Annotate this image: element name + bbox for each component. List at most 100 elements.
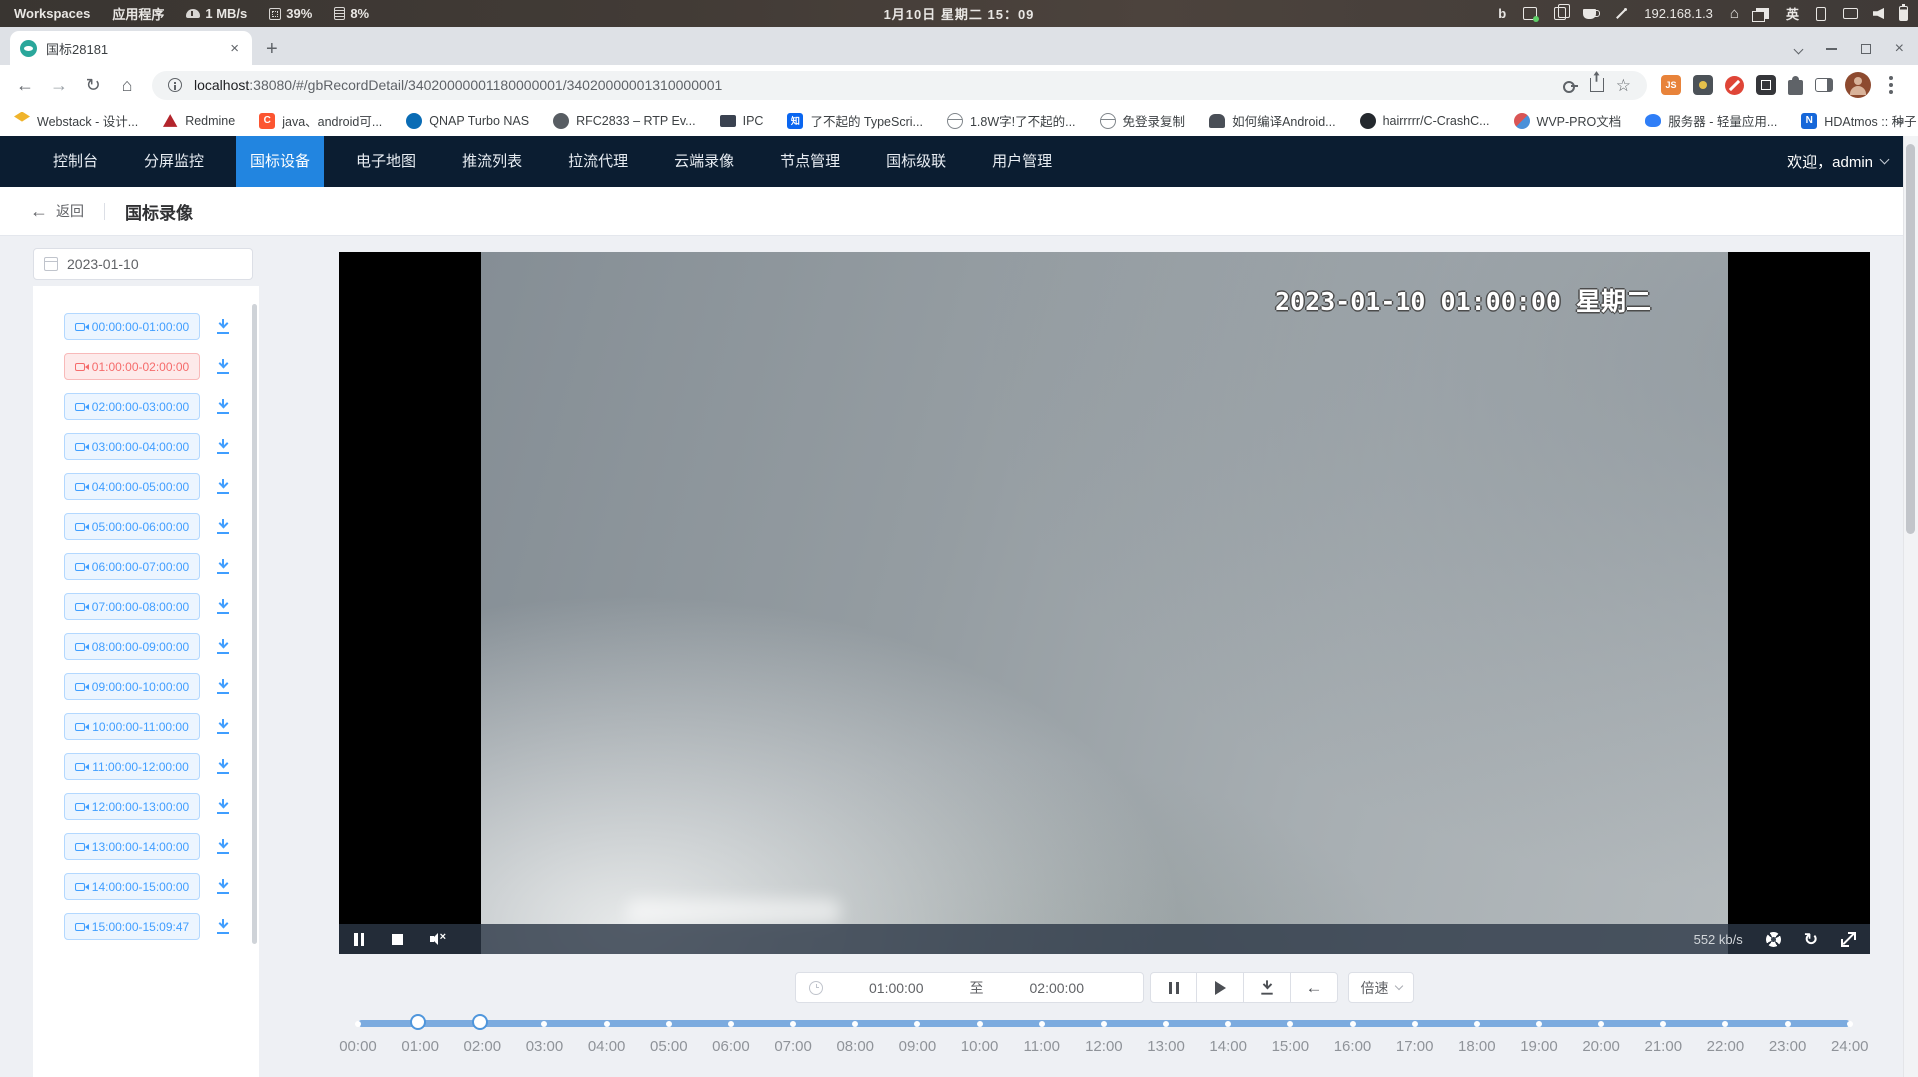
playback-pause-button[interactable] [1150, 972, 1197, 1003]
start-time-value[interactable]: 01:00:00 [823, 980, 970, 996]
segment-download-icon[interactable] [215, 798, 231, 815]
timeline-tick[interactable]: 16:00 [1331, 1008, 1375, 1060]
timeline-tick[interactable]: 17:00 [1393, 1008, 1437, 1060]
timeline-tick[interactable]: 24:00 [1828, 1008, 1872, 1060]
tray-logo-icon[interactable]: b [1498, 6, 1506, 21]
home-tray-icon[interactable]: ⌂ [1730, 6, 1739, 21]
segment-download-icon[interactable] [215, 518, 231, 535]
timeline-tick[interactable]: 15:00 [1268, 1008, 1312, 1060]
page-scrollbar-track[interactable] [1903, 136, 1918, 1077]
bookmark-item[interactable]: 如何编译Android... [1209, 111, 1336, 130]
video-player[interactable]: 2023-01-10 01:00:00 星期二 × 552 kb/s ↻ [339, 252, 1870, 954]
extension-adblock-icon[interactable] [1725, 76, 1744, 95]
timeline-tick-dot[interactable] [1536, 1021, 1542, 1027]
time-range-input[interactable]: 01:00:00 至 02:00:00 [795, 972, 1144, 1003]
bookmark-item[interactable]: QNAP Turbo NAS [406, 113, 529, 129]
timeline-tick-dot[interactable] [1598, 1021, 1604, 1027]
timeline-tick[interactable]: 06:00 [709, 1008, 753, 1060]
nav-tab[interactable]: 电子地图 [342, 136, 430, 187]
timeline-tick[interactable]: 07:00 [771, 1008, 815, 1060]
bookmark-item[interactable]: Webstack - 设计... [14, 111, 138, 130]
segment-download-icon[interactable] [215, 838, 231, 855]
nav-tab[interactable]: 控制台 [39, 136, 112, 187]
profile-avatar[interactable] [1845, 72, 1871, 98]
timeline-tick-dot[interactable] [1660, 1021, 1666, 1027]
page-scrollbar-thumb[interactable] [1906, 144, 1915, 534]
timeline-tick-dot[interactable] [1101, 1021, 1107, 1027]
timeline-tick-dot[interactable] [1785, 1021, 1791, 1027]
timeline-tick-dot[interactable] [790, 1021, 796, 1027]
phone-icon[interactable] [1816, 7, 1826, 21]
segment-download-icon[interactable] [215, 598, 231, 615]
browser-tab[interactable]: 国标28181 × [10, 31, 252, 65]
segment-button[interactable]: 06:00:00-07:00:00 [64, 553, 200, 580]
windows-stack-icon[interactable] [1756, 8, 1769, 19]
bookmark-item[interactable]: IPC [720, 114, 764, 128]
segment-download-icon[interactable] [215, 438, 231, 455]
extension-dark-icon[interactable] [1756, 75, 1776, 95]
segment-button[interactable]: 02:00:00-03:00:00 [64, 393, 200, 420]
address-bar[interactable]: localhost:38080/#/gbRecordDetail/3402000… [152, 71, 1647, 100]
tray-app-window-icon[interactable] [1523, 7, 1537, 20]
playback-play-button[interactable] [1197, 972, 1244, 1003]
timeline-tick-dot[interactable] [1287, 1021, 1293, 1027]
snapshot-icon[interactable] [1766, 932, 1781, 947]
nav-tab[interactable]: 用户管理 [978, 136, 1066, 187]
segment-button[interactable]: 09:00:00-10:00:00 [64, 673, 200, 700]
input-method-indicator[interactable]: 英 [1786, 4, 1799, 23]
bookmark-star-icon[interactable]: ☆ [1616, 77, 1631, 94]
window-close-button[interactable]: × [1895, 41, 1904, 57]
extensions-puzzle-icon[interactable] [1788, 80, 1803, 95]
timeline-tick-dot[interactable] [541, 1021, 547, 1027]
timeline-tick-dot[interactable] [728, 1021, 734, 1027]
home-button[interactable]: ⌂ [110, 75, 144, 96]
user-menu[interactable]: 欢迎，admin [1787, 151, 1918, 172]
timeline-tick[interactable]: 22:00 [1703, 1008, 1747, 1060]
share-icon[interactable] [1590, 78, 1604, 92]
segment-button[interactable]: 05:00:00-06:00:00 [64, 513, 200, 540]
timeline-tick[interactable]: 13:00 [1144, 1008, 1188, 1060]
bookmark-item[interactable]: RFC2833 – RTP Ev... [553, 113, 696, 129]
nav-tab[interactable]: 拉流代理 [554, 136, 642, 187]
workspaces-button[interactable]: Workspaces [14, 6, 90, 21]
timeline-tick[interactable]: 09:00 [895, 1008, 939, 1060]
timeline-tick-dot[interactable] [410, 1014, 426, 1030]
new-tab-button[interactable]: + [266, 39, 278, 59]
fullscreen-icon[interactable] [1841, 932, 1856, 947]
bookmarks-overflow-icon[interactable]: » [1896, 113, 1904, 130]
segment-button[interactable]: 11:00:00-12:00:00 [64, 753, 200, 780]
segment-button[interactable]: 00:00:00-01:00:00 [64, 313, 200, 340]
nav-tab[interactable]: 国标设备 [236, 136, 324, 187]
timeline-tick[interactable]: 02:00 [460, 1008, 504, 1060]
password-manager-icon[interactable] [1562, 77, 1578, 93]
nav-tab[interactable]: 节点管理 [766, 136, 854, 187]
speed-dropdown[interactable]: 倍速 [1348, 972, 1414, 1003]
playback-prev-button[interactable]: ← [1291, 972, 1338, 1003]
applications-button[interactable]: 应用程序 [112, 4, 164, 23]
bookmark-item[interactable]: hairrrrr/C-CrashC... [1360, 113, 1490, 129]
window-minimize-button[interactable] [1826, 48, 1837, 50]
segment-download-icon[interactable] [215, 918, 231, 935]
segment-button[interactable]: 03:00:00-04:00:00 [64, 433, 200, 460]
extension-keepass-icon[interactable] [1693, 75, 1713, 95]
screenshot-tool-icon[interactable] [1613, 7, 1627, 21]
player-mute-button[interactable]: × [430, 933, 450, 946]
segment-button[interactable]: 15:00:00-15:09:47 [64, 913, 200, 940]
timeline-tick-dot[interactable] [977, 1021, 983, 1027]
timeline-tick[interactable]: 01:00 [398, 1008, 442, 1060]
nav-tab[interactable]: 国标级联 [872, 136, 960, 187]
segment-button[interactable]: 10:00:00-11:00:00 [64, 713, 200, 740]
bookmark-item[interactable]: WVP-PRO文档 [1514, 111, 1622, 130]
segment-download-icon[interactable] [215, 318, 231, 335]
tab-close-icon[interactable]: × [227, 40, 242, 57]
timeline-tick-dot[interactable] [1039, 1021, 1045, 1027]
display-icon[interactable] [1843, 8, 1858, 19]
forward-button[interactable]: → [42, 75, 76, 96]
segment-download-icon[interactable] [215, 758, 231, 775]
side-panel-icon[interactable] [1815, 78, 1833, 92]
window-menu-chevron-icon[interactable] [1793, 44, 1803, 54]
reload-button[interactable]: ↻ [76, 75, 110, 96]
segment-download-icon[interactable] [215, 878, 231, 895]
timeline-tick[interactable]: 04:00 [585, 1008, 629, 1060]
timeline-tick[interactable]: 10:00 [958, 1008, 1002, 1060]
